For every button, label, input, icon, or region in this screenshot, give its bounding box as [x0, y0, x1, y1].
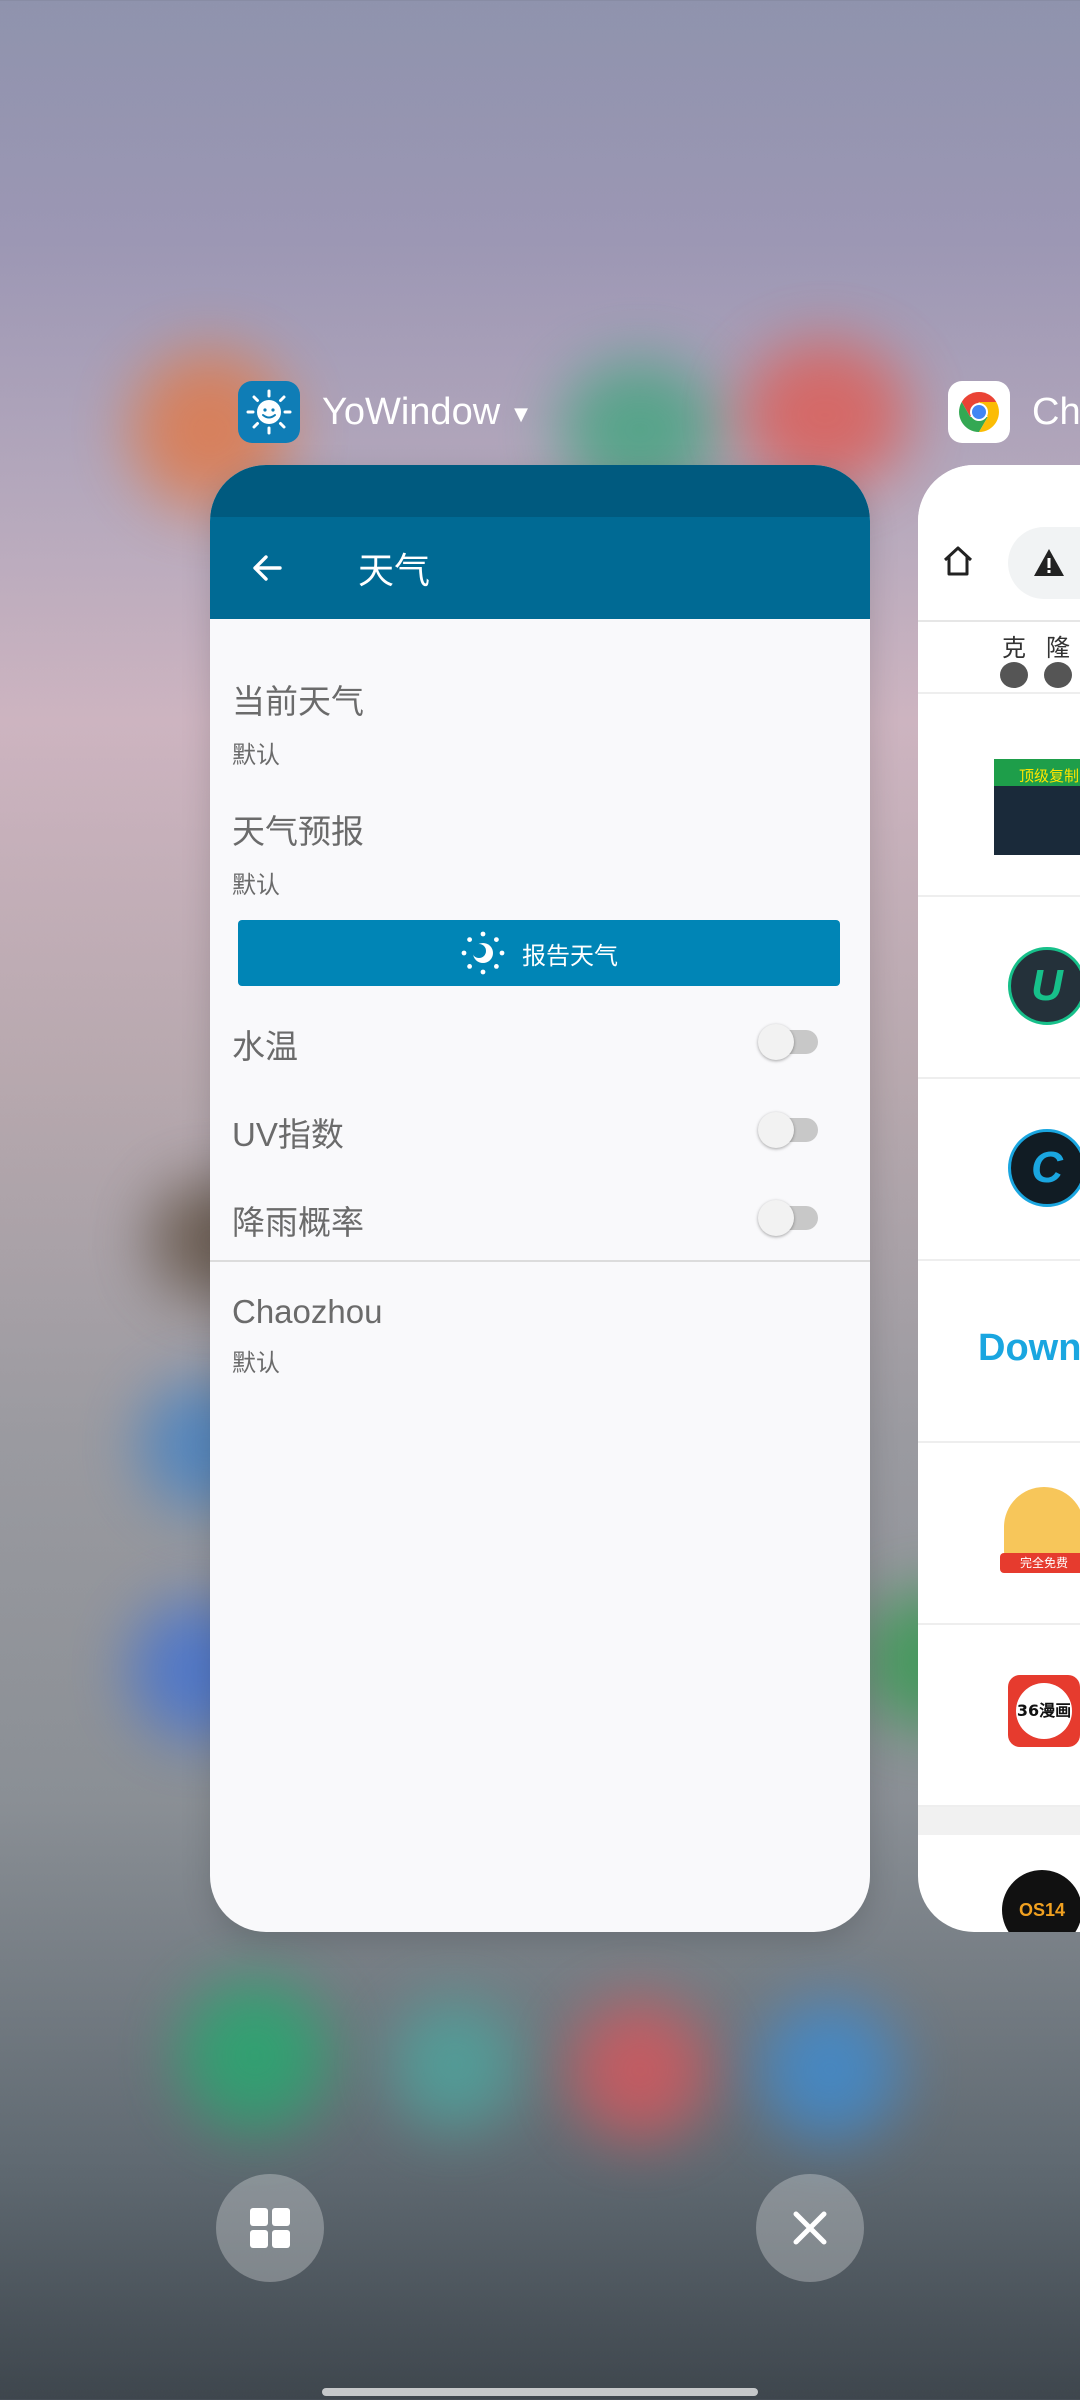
- sun-report-icon: [460, 930, 506, 976]
- water-temp-switch[interactable]: [758, 1024, 818, 1060]
- chrome-app-card[interactable]: 克 隆 顶级复制 U C DownK 完全免费 36漫画 OS14: [918, 465, 1080, 1932]
- list-item[interactable]: 完全免费: [918, 1443, 1080, 1625]
- warning-icon: [1034, 549, 1064, 576]
- free-badge: 完全免费: [1000, 1553, 1080, 1573]
- list-separator: [918, 1807, 1080, 1835]
- pref-title: 当前天气: [232, 683, 364, 720]
- list-item[interactable]: 36漫画: [918, 1625, 1080, 1807]
- clear-all-button[interactable]: [756, 2174, 864, 2282]
- rain-probability-switch[interactable]: [758, 1200, 818, 1236]
- toggle-row-uv-index: UV指数: [210, 1090, 870, 1170]
- report-weather-button[interactable]: 报告天气: [238, 920, 840, 986]
- pref-forecast[interactable]: 天气预报 默认: [232, 805, 364, 900]
- home-indicator[interactable]: [322, 2388, 758, 2396]
- app-name: Ch: [1032, 390, 1080, 433]
- toggle-label: UV指数: [232, 1116, 344, 1153]
- tab-char: 隆: [1046, 634, 1070, 662]
- chevron-down-icon[interactable]: ▼: [514, 404, 528, 425]
- browser-toolbar: [918, 465, 1080, 622]
- app-toolbar: 天气: [210, 517, 870, 619]
- chrome-icon: [948, 381, 1010, 443]
- toggle-row-water-temp: 水温: [210, 1002, 870, 1082]
- report-weather-label: 报告天气: [522, 941, 618, 970]
- app-label-chrome[interactable]: Ch: [948, 381, 1080, 443]
- address-bar[interactable]: [1008, 527, 1080, 599]
- grid-icon: [250, 2208, 290, 2248]
- yowindow-app-card[interactable]: 天气 当前天气 默认 天气预报 默认 报告天气 水温 UV指数 降雨概率 Cha…: [210, 465, 870, 1932]
- app-name: YoWindow: [322, 390, 501, 433]
- switch-knob: [758, 1200, 794, 1236]
- pref-location[interactable]: Chaozhou 默认: [232, 1293, 382, 1378]
- pref-subtitle: 默认: [232, 871, 280, 899]
- comic-app-icon: 36漫画: [1008, 1675, 1080, 1747]
- app-label-yowindow[interactable]: YoWindow ▼: [238, 381, 528, 443]
- page-title: 天气: [358, 550, 431, 591]
- status-bar: [210, 465, 870, 517]
- list-item[interactable]: 顶级复制: [918, 715, 1080, 897]
- bg-blob: [760, 2000, 900, 2140]
- u-app-icon: U: [1008, 947, 1080, 1025]
- toggle-label: 降雨概率: [232, 1204, 364, 1241]
- home-icon[interactable]: [940, 543, 976, 583]
- bg-blob: [180, 1980, 330, 2130]
- bg-blob: [390, 2000, 520, 2130]
- tab-bug-icon: [1044, 662, 1072, 688]
- pref-subtitle: 默认: [232, 741, 280, 769]
- back-button[interactable]: [232, 533, 302, 603]
- list-item[interactable]: U: [918, 897, 1080, 1079]
- divider: [210, 1260, 870, 1262]
- toggle-label: 水温: [232, 1028, 298, 1065]
- pref-title: 天气预报: [232, 813, 364, 850]
- toggle-row-rain-probability: 降雨概率: [210, 1178, 870, 1258]
- list-item[interactable]: DownK: [918, 1261, 1080, 1443]
- close-icon: [793, 2211, 827, 2245]
- pref-current-weather[interactable]: 当前天气 默认: [232, 675, 364, 770]
- list-item[interactable]: C: [918, 1079, 1080, 1261]
- uv-index-switch[interactable]: [758, 1112, 818, 1148]
- tab-strip: 克 隆: [918, 622, 1080, 694]
- copy-app-thumbnail: 顶级复制: [994, 759, 1080, 855]
- switch-knob: [758, 1024, 794, 1060]
- tab-char: 克: [1002, 634, 1026, 662]
- thumb-text: 顶级复制: [994, 759, 1080, 786]
- c-app-icon: C: [1008, 1129, 1080, 1207]
- bg-blob: [570, 2000, 710, 2140]
- downk-app-icon: DownK: [978, 1327, 1080, 1369]
- split-screen-button[interactable]: [216, 2174, 324, 2282]
- comic-app-label: 36漫画: [1016, 1683, 1072, 1739]
- os14-app-icon: OS14: [1002, 1870, 1080, 1932]
- location-title: Chaozhou: [232, 1293, 383, 1330]
- tab-bug-icon: [1000, 662, 1028, 688]
- location-subtitle: 默认: [232, 1349, 280, 1377]
- switch-knob: [758, 1112, 794, 1148]
- yowindow-sun-icon: [238, 381, 300, 443]
- arrow-left-icon: [253, 555, 282, 581]
